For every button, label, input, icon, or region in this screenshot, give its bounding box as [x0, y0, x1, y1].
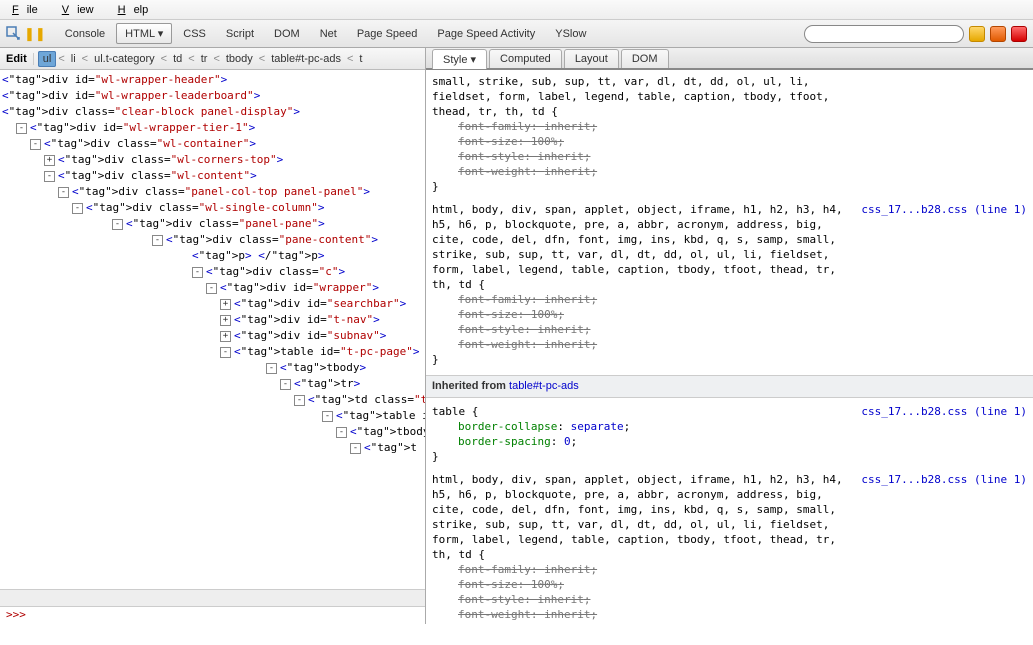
crumb-seg[interactable]: t	[355, 51, 366, 67]
tree-node[interactable]: -<"tag">div class="wl-single-column">	[2, 200, 425, 216]
twisty-icon[interactable]: -	[16, 123, 27, 134]
html-tree[interactable]: <"tag">div id="wl-wrapper-header"><"tag"…	[0, 70, 425, 589]
tree-node[interactable]: -<"tag">tbody>	[2, 360, 425, 376]
crumb-seg[interactable]: td	[169, 51, 186, 67]
twisty-icon[interactable]: -	[266, 363, 277, 374]
edit-button[interactable]: Edit	[6, 53, 34, 65]
tree-node[interactable]: <"tag">div id="wl-wrapper-header">	[2, 72, 425, 88]
tree-node[interactable]: <"tag">div class="clear-block panel-disp…	[2, 104, 425, 120]
tree-node[interactable]: +<"tag">div id="searchbar">	[2, 296, 425, 312]
crumb-seg[interactable]: ul.t-category	[90, 51, 159, 67]
crumb-seg[interactable]: ul	[38, 51, 57, 67]
popout-icon[interactable]	[990, 26, 1006, 42]
menu-file[interactable]: File	[4, 2, 54, 18]
tab-net[interactable]: Net	[311, 24, 346, 44]
twisty-icon[interactable]: +	[44, 155, 55, 166]
twisty-icon[interactable]: -	[336, 427, 347, 438]
tab-yslow[interactable]: YSlow	[546, 24, 595, 44]
tab-dom-right[interactable]: DOM	[621, 49, 669, 68]
right-tabs: Style ▾ Computed Layout DOM	[426, 48, 1033, 70]
tab-computed[interactable]: Computed	[489, 49, 562, 68]
twisty-icon[interactable]: -	[44, 171, 55, 182]
tab-style[interactable]: Style ▾	[432, 49, 487, 69]
twisty-icon[interactable]: -	[280, 379, 291, 390]
tree-node[interactable]: -<"tag">div class="wl-content">	[2, 168, 425, 184]
twisty-icon[interactable]: -	[192, 267, 203, 278]
tree-node[interactable]: -<"tag">div class="panel-col-top panel-p…	[2, 184, 425, 200]
tree-node[interactable]: -<"tag">div class="pane-content">	[2, 232, 425, 248]
menubar: File View Help	[0, 0, 1033, 20]
twisty-icon[interactable]: -	[58, 187, 69, 198]
tree-node[interactable]: -<"tag">td class="t-cs1">	[2, 392, 425, 408]
left-pane: Edit ul<li<ul.t-category<td<tr<tbody<tab…	[0, 48, 426, 624]
inspect-icon[interactable]	[6, 26, 22, 42]
crumb-seg[interactable]: tr	[197, 51, 212, 67]
crumb-seg[interactable]: tbody	[222, 51, 257, 67]
tab-psactivity[interactable]: Page Speed Activity	[428, 24, 544, 44]
toolbar: ❚❚ Console HTML ▾ CSS Script DOM Net Pag…	[0, 20, 1033, 48]
twisty-icon[interactable]: +	[220, 299, 231, 310]
tab-console[interactable]: Console	[56, 24, 114, 44]
tree-node[interactable]: -<"tag">tr>	[2, 376, 425, 392]
css-rule[interactable]: css_17...b28.css (line 1)html, body, div…	[432, 472, 1027, 624]
crumb-seg[interactable]: table#t-pc-ads	[267, 51, 345, 67]
crumb-seg[interactable]: li	[67, 51, 80, 67]
menu-help[interactable]: Help	[110, 2, 165, 18]
inherited-header: Inherited from table#t-pc-ads	[426, 375, 1033, 398]
twisty-icon[interactable]: -	[220, 347, 231, 358]
twisty-icon[interactable]: +	[220, 331, 231, 342]
twisty-icon[interactable]: -	[350, 443, 361, 454]
css-rule[interactable]: small, strike, sub, sup, tt, var, dl, dt…	[432, 74, 1027, 194]
tab-layout[interactable]: Layout	[564, 49, 619, 68]
tree-node[interactable]: -<"tag">div id="wrapper">	[2, 280, 425, 296]
tree-node[interactable]: -<"tag">div id="wl-wrapper-tier-1">	[2, 120, 425, 136]
css-rule[interactable]: css_17...b28.css (line 1)html, body, div…	[432, 202, 1027, 367]
tree-node[interactable]: -<"tag">table id="t-pc-page">	[2, 344, 425, 360]
tree-node[interactable]: -<"tag">tbody	[2, 424, 425, 440]
hscrollbar[interactable]	[0, 589, 425, 606]
tree-node[interactable]: <"tag">div id="wl-wrapper-leaderboard">	[2, 88, 425, 104]
twisty-icon[interactable]: -	[206, 283, 217, 294]
css-source-link[interactable]: css_17...b28.css (line 1)	[861, 404, 1027, 419]
tree-node[interactable]: -<"tag">div class="wl-container">	[2, 136, 425, 152]
tab-html[interactable]: HTML ▾	[116, 23, 172, 44]
breadcrumb: Edit ul<li<ul.t-category<td<tr<tbody<tab…	[0, 48, 425, 70]
tab-script[interactable]: Script	[217, 24, 263, 44]
tab-css[interactable]: CSS	[174, 24, 215, 44]
tree-node[interactable]: -<"tag">div class="panel-pane">	[2, 216, 425, 232]
css-rule[interactable]: css_17...b28.css (line 1)table {border-c…	[432, 404, 1027, 464]
menu-view[interactable]: View	[54, 2, 110, 18]
close-icon[interactable]	[1011, 26, 1027, 42]
tree-node[interactable]: +<"tag">div class="wl-corners-top">	[2, 152, 425, 168]
command-line[interactable]: >>>	[0, 606, 425, 624]
twisty-icon[interactable]: -	[30, 139, 41, 150]
tree-node[interactable]: -<"tag">t	[2, 440, 425, 456]
css-source-link[interactable]: css_17...b28.css (line 1)	[861, 472, 1027, 487]
tree-node[interactable]: -<"tag">table id="t-pc-ads" c	[2, 408, 425, 424]
search-input[interactable]	[804, 25, 964, 43]
twisty-icon[interactable]: +	[220, 315, 231, 326]
twisty-icon[interactable]: -	[112, 219, 123, 230]
tree-node[interactable]: +<"tag">div id="t-nav">	[2, 312, 425, 328]
style-rules[interactable]: small, strike, sub, sup, tt, var, dl, dt…	[426, 70, 1033, 624]
twisty-icon[interactable]: -	[322, 411, 333, 422]
twisty-icon[interactable]: -	[152, 235, 163, 246]
tree-node[interactable]: +<"tag">div id="subnav">	[2, 328, 425, 344]
tree-node[interactable]: -<"tag">div class="c">	[2, 264, 425, 280]
main: Edit ul<li<ul.t-category<td<tr<tbody<tab…	[0, 48, 1033, 624]
right-pane: Style ▾ Computed Layout DOM small, strik…	[426, 48, 1033, 624]
tree-node[interactable]: <"tag">p> </"tag">p>	[2, 248, 425, 264]
minimize-icon[interactable]	[969, 26, 985, 42]
twisty-icon[interactable]: -	[294, 395, 305, 406]
twisty-icon[interactable]: -	[72, 203, 83, 214]
tab-pagespeed[interactable]: Page Speed	[348, 24, 427, 44]
css-source-link[interactable]: css_17...b28.css (line 1)	[861, 202, 1027, 217]
pause-icon[interactable]: ❚❚	[24, 26, 46, 42]
tab-dom[interactable]: DOM	[265, 24, 309, 44]
